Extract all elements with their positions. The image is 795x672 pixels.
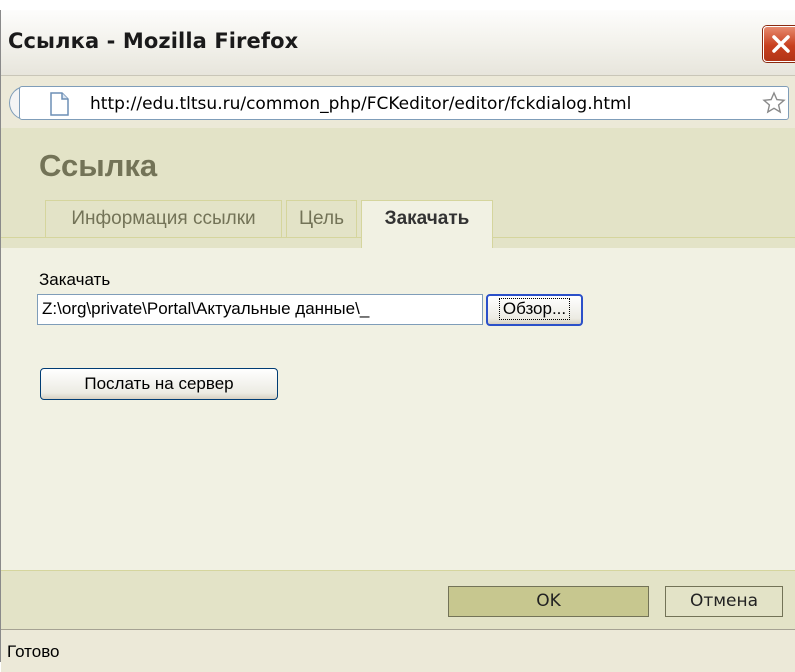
browser-window: Ссылка - Mozilla Firefox http://edu.tlts… (0, 10, 795, 672)
file-path-input[interactable]: Z:\org\private\Portal\Актуальные данные\… (37, 294, 483, 325)
close-button[interactable] (763, 26, 795, 62)
page-icon (50, 92, 69, 116)
cancel-button[interactable]: Отмена (665, 586, 783, 617)
ok-button[interactable]: OK (448, 586, 649, 617)
close-icon (772, 35, 790, 53)
tab-link-info[interactable]: Информация ссылки (45, 200, 282, 237)
url-bar: http://edu.tltsu.ru/common_php/FCKeditor… (1, 76, 795, 128)
browse-button-label: Обзор... (498, 298, 571, 320)
dialog-title: Ссылка (39, 148, 158, 183)
title-bar[interactable]: Ссылка - Mozilla Firefox (1, 10, 795, 76)
tab-upload[interactable]: Закачать (361, 200, 493, 248)
status-bar: Готово (1, 629, 795, 672)
bookmark-star-icon[interactable] (762, 91, 786, 115)
tab-target[interactable]: Цель (286, 200, 357, 237)
browse-button[interactable]: Обзор... (486, 294, 583, 326)
window-title: Ссылка - Mozilla Firefox (8, 29, 299, 53)
url-field[interactable]: http://edu.tltsu.ru/common_php/FCKeditor… (19, 86, 789, 120)
send-to-server-button[interactable]: Послать на сервер (40, 368, 278, 400)
dialog-footer: OK Отмена (1, 570, 795, 629)
url-text: http://edu.tltsu.ru/common_php/FCKeditor… (90, 94, 632, 114)
dialog-header: Ссылка Информация ссылки Цель Закачать (1, 128, 795, 248)
status-text: Готово (7, 642, 60, 661)
upload-label: Закачать (39, 270, 111, 289)
link-dialog: Ссылка Информация ссылки Цель Закачать З… (1, 128, 795, 629)
